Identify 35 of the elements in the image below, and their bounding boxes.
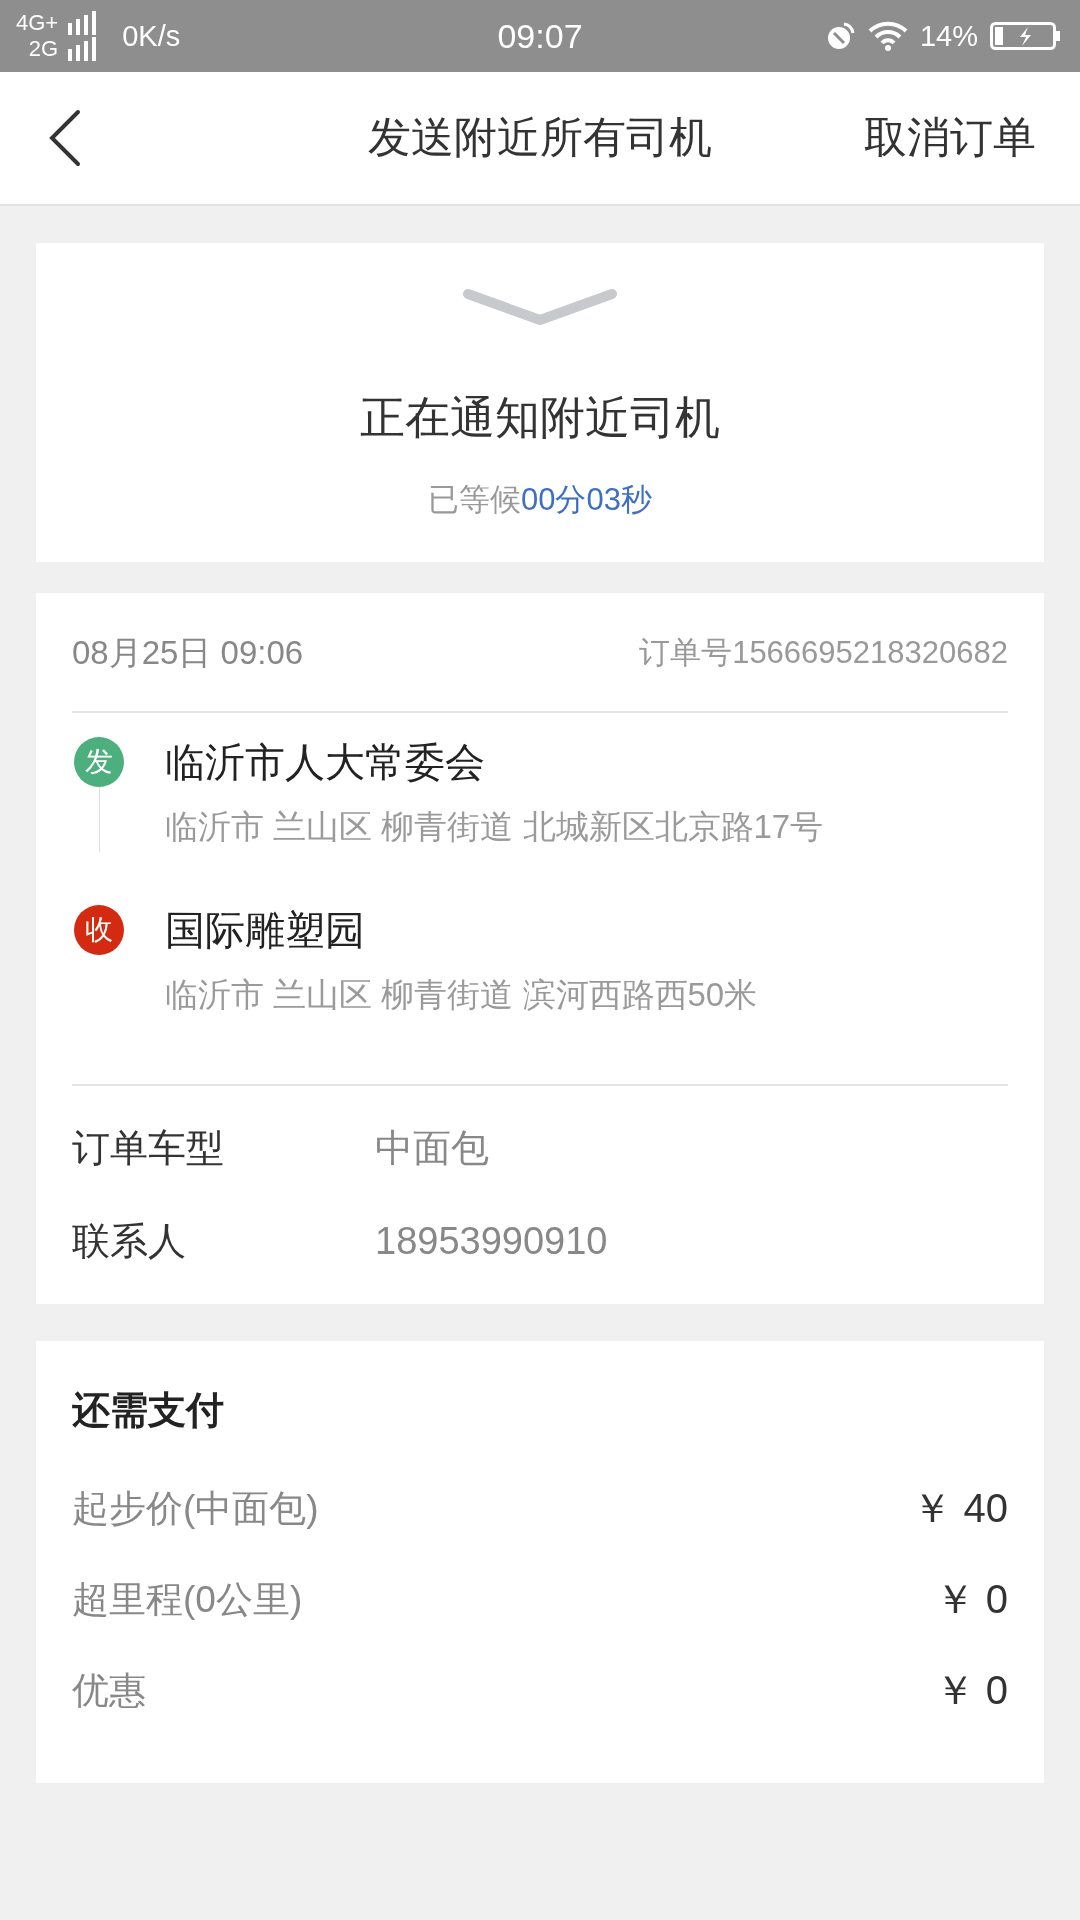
order-number: 订单号1566695218320682: [639, 634, 1008, 672]
fee-amount: ￥ 0: [934, 1667, 1008, 1714]
battery-icon: [990, 22, 1060, 50]
pickup-badge: 发: [74, 737, 124, 787]
detail-label: 联系人: [72, 1219, 187, 1264]
place-name: 国际雕塑园: [165, 907, 366, 954]
fee-label: 超里程(0公里): [72, 1577, 303, 1622]
fee-amount: ￥ 0: [934, 1576, 1008, 1623]
place-address: 临沂市 兰山区 柳青街道 滨河西路西50米: [165, 975, 759, 1015]
rotation-lock-icon: [825, 21, 856, 51]
back-icon: [48, 109, 82, 167]
signal-icon: [68, 37, 97, 61]
detail-value: 中面包: [375, 1126, 490, 1171]
wifi-icon: [867, 21, 908, 51]
signal-icon: [68, 11, 97, 35]
place-address: 临沂市 兰山区 柳青街道 北城新区北京路17号: [165, 807, 825, 847]
dropoff-badge: 收: [74, 905, 124, 955]
fee-label: 优惠: [72, 1668, 146, 1713]
fee-amount: ￥ 40: [912, 1485, 1008, 1532]
detail-value: 18953990910: [375, 1220, 609, 1263]
cancel-order-button[interactable]: 取消订单: [864, 109, 1036, 167]
route-line: [99, 787, 100, 852]
clock-time: 09:07: [497, 16, 583, 55]
order-date: 08月25日 09:06: [72, 632, 304, 673]
page-title: 发送附近所有司机: [368, 113, 712, 161]
detail-label: 订单车型: [72, 1126, 225, 1171]
network-speed: 0K/s: [122, 19, 181, 53]
network-type: 2G: [28, 37, 59, 61]
status-title: 正在通知附近司机: [360, 391, 720, 445]
waiting-time: 已等候00分03秒: [428, 481, 652, 519]
section-title: 还需支付: [72, 1388, 225, 1433]
battery-percent: 14%: [919, 19, 978, 53]
place-name: 临沂市人大常委会: [165, 739, 486, 786]
fee-label: 起步价(中面包): [72, 1486, 319, 1531]
network-type: 4G+: [16, 11, 59, 35]
